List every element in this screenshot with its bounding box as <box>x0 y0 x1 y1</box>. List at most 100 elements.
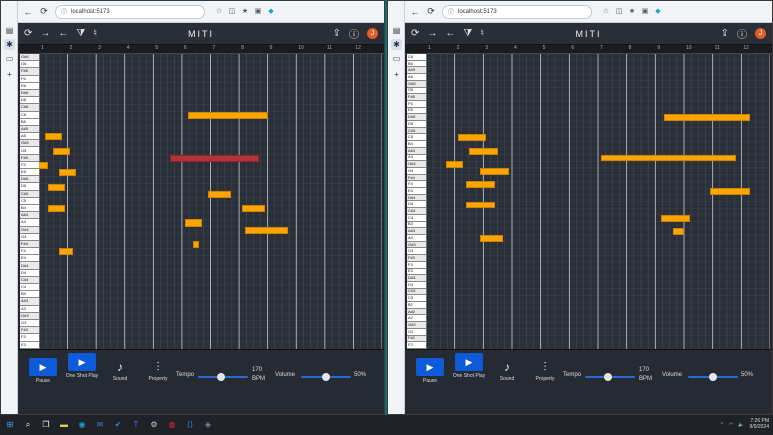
redo-icon[interactable]: ⟳ <box>24 28 32 39</box>
pause-button[interactable]: ▶ Pause <box>413 358 447 384</box>
piano-key[interactable]: F#6 <box>20 68 39 76</box>
avatar[interactable]: J <box>367 28 378 39</box>
piano-key[interactable]: A4 <box>20 219 39 227</box>
tempo-knob[interactable] <box>216 373 225 381</box>
copilot-icon[interactable]: ◆ <box>654 8 662 16</box>
piano-key[interactable]: B5 <box>407 60 426 68</box>
share-icon[interactable]: ⇪ <box>333 28 341 39</box>
clock[interactable]: 7:26 PM 9/9/2024 <box>750 418 769 431</box>
piano-key[interactable]: D#5 <box>407 114 426 122</box>
piano-key[interactable]: D#4 <box>407 194 426 202</box>
app-icon[interactable]: ◈ <box>202 419 214 431</box>
piano-key[interactable]: A5 <box>20 133 39 141</box>
note[interactable] <box>241 205 265 213</box>
piano-key[interactable]: D#3 <box>407 275 426 282</box>
piano-key[interactable]: A#4 <box>407 147 426 155</box>
piano-roll-grid[interactable] <box>426 54 770 349</box>
note[interactable] <box>193 241 200 249</box>
piano-key[interactable]: B2 <box>407 302 426 309</box>
piano-key[interactable]: A#2 <box>407 308 426 316</box>
note[interactable] <box>184 219 202 227</box>
piano-key[interactable]: B3 <box>20 291 39 299</box>
info-circle-icon[interactable]: ⓘ <box>349 26 359 41</box>
piano-key[interactable]: D3 <box>407 281 426 289</box>
filter-icon[interactable]: ⧩ <box>76 28 85 39</box>
piano-keys[interactable]: G#6 G6 F#6 F6 E6 D#6 D6 C#6 C6 B5 A#5 A5 G#5 G5 F#5 F5 E… <box>20 54 39 349</box>
piano-key[interactable]: B3 <box>407 221 426 229</box>
wifi-icon[interactable]: ◠ <box>729 422 733 428</box>
piano-key[interactable]: C3 <box>407 295 426 303</box>
piano-key[interactable]: B4 <box>407 141 426 148</box>
note-selected[interactable] <box>170 154 260 162</box>
piano-key[interactable]: D4 <box>407 201 426 209</box>
star-icon[interactable]: ☆ <box>215 8 223 16</box>
note[interactable] <box>187 111 268 119</box>
volume-knob[interactable] <box>322 373 330 381</box>
back-icon[interactable]: ← <box>23 7 33 17</box>
piano-key[interactable]: A#5 <box>20 125 39 134</box>
piano-key[interactable]: A5 <box>407 74 426 81</box>
piano-key[interactable]: D#5 <box>20 176 39 184</box>
piano-key[interactable]: B4 <box>20 204 39 213</box>
note[interactable] <box>661 214 690 222</box>
note[interactable] <box>59 248 74 256</box>
split-icon[interactable]: ◫ <box>228 8 236 16</box>
note[interactable] <box>244 226 288 234</box>
piano-key[interactable]: E5 <box>407 107 426 115</box>
piano-key[interactable]: C5 <box>407 134 426 142</box>
sidebar-doc-icon[interactable]: ▭ <box>4 53 15 64</box>
note[interactable] <box>600 154 736 162</box>
collections-icon[interactable]: ▣ <box>641 8 649 16</box>
task-view-icon[interactable]: ❐ <box>40 419 52 431</box>
piano-key[interactable]: F#4 <box>407 174 426 182</box>
piano-key[interactable]: G3 <box>20 319 39 328</box>
favorites-icon[interactable]: ★ <box>628 8 636 16</box>
share-icon[interactable]: ⇪ <box>721 28 729 39</box>
note[interactable] <box>469 147 498 155</box>
favorites-icon[interactable]: ★ <box>241 8 249 16</box>
star-icon[interactable]: ☆ <box>602 8 610 16</box>
piano-key[interactable]: G#4 <box>20 226 39 234</box>
edge-icon[interactable]: ◉ <box>76 419 88 431</box>
piano-key[interactable]: A#5 <box>407 67 426 75</box>
piano-key[interactable]: A3 <box>20 305 39 313</box>
sidebar-doc-icon[interactable]: ▭ <box>391 53 402 64</box>
sound-button[interactable]: ♪ Sound <box>495 358 519 382</box>
redo-icon[interactable]: ⟳ <box>411 28 419 39</box>
piano-roll-grid[interactable] <box>39 54 382 349</box>
piano-key[interactable]: E4 <box>407 188 426 195</box>
piano-key[interactable]: D5 <box>407 121 426 128</box>
forward-icon[interactable]: → <box>40 28 50 39</box>
note[interactable] <box>39 161 48 170</box>
piano-key[interactable]: D#6 <box>20 89 39 98</box>
avatar[interactable]: J <box>755 28 766 39</box>
piano-key[interactable]: G#6 <box>20 54 39 62</box>
tempo-tool-icon[interactable]: ♮ <box>93 28 97 39</box>
piano-key[interactable]: G4 <box>407 167 426 175</box>
sidebar-tab-icon[interactable]: ✱ <box>391 39 402 50</box>
sidebar-add-icon[interactable]: + <box>4 69 15 80</box>
sound-button[interactable]: ♪ Sound <box>108 358 132 382</box>
teams-icon[interactable]: T <box>130 419 142 431</box>
piano-key[interactable]: E5 <box>20 169 39 177</box>
tempo-slider[interactable] <box>585 373 635 381</box>
tempo-tool-icon[interactable]: ♮ <box>480 28 484 39</box>
piano-key[interactable]: F5 <box>20 161 39 169</box>
note[interactable] <box>663 114 750 122</box>
piano-key[interactable]: E4 <box>20 255 39 263</box>
note[interactable] <box>466 201 495 209</box>
search-icon[interactable]: ⌕ <box>22 419 34 431</box>
chevron-up-icon[interactable]: ⌃ <box>720 422 724 428</box>
piano-key[interactable]: F#5 <box>20 154 39 162</box>
piano-key[interactable]: A2 <box>407 315 426 323</box>
timeline-ruler[interactable]: 1 2 3 4 5 6 7 8 9 10 11 12 <box>405 45 772 54</box>
piano-key[interactable]: D4 <box>20 269 39 277</box>
volume-slider[interactable] <box>688 373 738 381</box>
file-explorer-icon[interactable]: ▬ <box>58 419 70 431</box>
piano-key[interactable]: G5 <box>407 87 426 95</box>
start-icon[interactable]: ⊞ <box>4 419 16 431</box>
piano-key[interactable]: D5 <box>20 183 39 191</box>
piano-key[interactable]: G#2 <box>407 322 426 329</box>
reload-icon[interactable]: ⟳ <box>39 6 49 17</box>
piano-key[interactable]: G4 <box>20 233 39 241</box>
